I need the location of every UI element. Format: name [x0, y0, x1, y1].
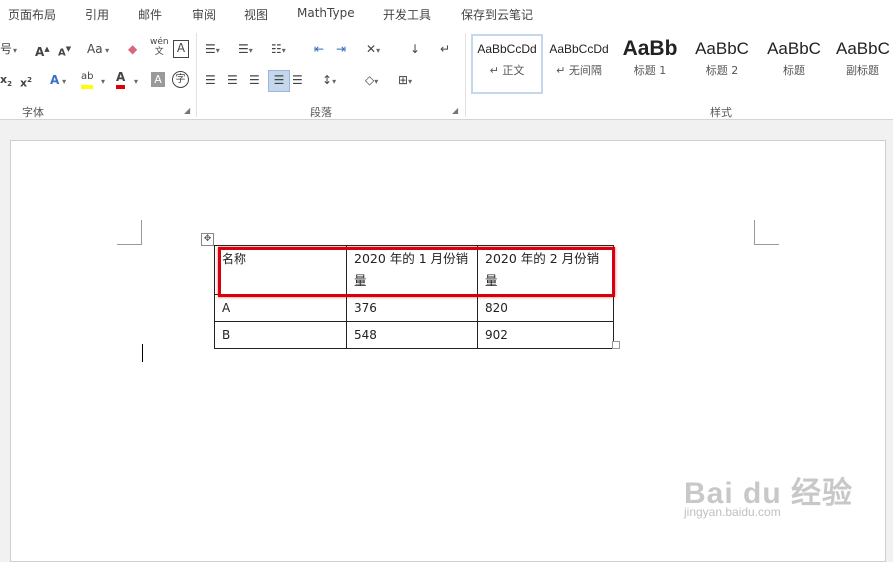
line-spacing-icon[interactable]: ↕▾	[322, 71, 336, 91]
character-shading-icon[interactable]: A	[151, 72, 165, 87]
align-center-icon[interactable]: ☰	[227, 71, 238, 89]
style-name: 副标题	[846, 64, 879, 77]
shrink-font-icon[interactable]: A▼	[58, 40, 71, 62]
ribbon-tab-bar: 页面布局 引用 邮件 审阅 视图 MathType 开发工具 保存到云笔记	[0, 0, 893, 27]
font-dialog-launcher-icon[interactable]: ◢	[184, 106, 190, 115]
style-no-spacing[interactable]: AaBbCcDd ↵ 无间隔	[545, 36, 613, 90]
font-size-dropdown-icon[interactable]: ▾	[13, 40, 17, 60]
table-cell[interactable]: 902	[477, 321, 614, 349]
text-cursor	[142, 344, 143, 362]
watermark-url: jingyan.baidu.com	[684, 505, 781, 519]
style-name: ↵ 无间隔	[556, 64, 602, 77]
grow-font-icon[interactable]: A▲	[35, 40, 50, 61]
ribbon: 号 ▾ A▲ A▼ Aa ▾ ◆ wén 文 A x2 x2 A ▾ ab ▾ A…	[0, 27, 893, 120]
style-preview: AaBb	[622, 37, 678, 60]
clear-formatting-icon[interactable]: ◆	[128, 40, 137, 58]
group-separator	[465, 33, 466, 117]
style-preview: AaBbC	[695, 39, 749, 58]
align-left-icon[interactable]: ☰	[205, 71, 216, 89]
styles-group-label: 样式	[710, 106, 732, 119]
decrease-indent-icon[interactable]: ⇤	[314, 40, 324, 58]
group-separator	[196, 33, 197, 117]
highlight-dropdown-icon[interactable]: ▾	[101, 71, 105, 91]
style-normal[interactable]: AaBbCcDd ↵ 正文	[471, 34, 543, 94]
style-name: 标题 1	[633, 64, 667, 77]
increase-indent-icon[interactable]: ⇥	[336, 40, 346, 58]
font-color-icon[interactable]: A	[116, 69, 126, 89]
tab-save-to-cloud-note[interactable]: 保存到云笔记	[461, 6, 533, 23]
sort-icon[interactable]: ↓	[410, 40, 420, 58]
distributed-icon[interactable]: ☰	[292, 71, 303, 89]
crop-mark-top-left	[117, 220, 142, 245]
numbering-icon[interactable]: ☰▾	[238, 40, 253, 60]
table-move-handle-icon[interactable]: ✥	[201, 233, 214, 246]
tab-mailings[interactable]: 邮件	[138, 6, 162, 23]
tab-mathtype[interactable]: MathType	[297, 6, 355, 20]
style-name: 标题	[783, 64, 805, 77]
multilevel-list-icon[interactable]: ☷▾	[271, 40, 286, 60]
enclose-characters-icon[interactable]: 字	[172, 71, 189, 88]
style-heading-2[interactable]: AaBbC 标题 2	[688, 36, 756, 90]
align-right-icon[interactable]: ☰	[249, 71, 260, 89]
tab-references[interactable]: 引用	[85, 6, 109, 23]
highlight-color-icon[interactable]: ab	[81, 69, 94, 89]
table-cell[interactable]: 820	[477, 294, 614, 322]
font-color-dropdown-icon[interactable]: ▾	[134, 71, 138, 91]
change-case-label: Aa	[87, 42, 103, 56]
paragraph-group-label: 段落	[310, 106, 332, 119]
style-preview: AaBbCcDd	[477, 42, 537, 56]
style-heading-1[interactable]: AaBb 标题 1	[616, 36, 684, 90]
tab-view[interactable]: 视图	[244, 6, 268, 23]
crop-mark-top-right	[754, 220, 779, 245]
style-preview: AaBbC	[767, 39, 821, 58]
baidu-jingyan-watermark: Bai du 经验 jingyan.baidu.com	[684, 468, 853, 519]
style-subtitle[interactable]: AaBbC 副标题	[832, 36, 893, 90]
font-size-field[interactable]: 号	[0, 40, 12, 58]
bullets-icon[interactable]: ☰▾	[205, 40, 220, 60]
style-title[interactable]: AaBbC 标题	[760, 36, 828, 90]
font-group-label: 字体	[22, 106, 44, 119]
tab-developer[interactable]: 开发工具	[383, 6, 431, 23]
justify-icon[interactable]: ☰	[268, 70, 290, 92]
character-border-icon[interactable]: A	[173, 40, 189, 58]
table-cell[interactable]: B	[214, 321, 347, 349]
chinese-layout-icon[interactable]: ✕▾	[366, 40, 380, 60]
shading-icon[interactable]: ◇▾	[365, 71, 378, 91]
table-cell[interactable]: 548	[346, 321, 478, 349]
style-preview: AaBbCcDd	[549, 42, 609, 56]
table-resize-handle[interactable]	[612, 341, 620, 349]
borders-icon[interactable]: ⊞▾	[398, 71, 412, 91]
table-row: B 548 902	[214, 321, 614, 349]
phonetic-guide-icon[interactable]: wén 文	[150, 37, 169, 57]
table-cell[interactable]: 376	[346, 294, 478, 322]
paragraph-dialog-launcher-icon[interactable]: ◢	[452, 106, 458, 115]
tab-page-layout[interactable]: 页面布局	[8, 6, 56, 23]
table-row: A 376 820	[214, 294, 614, 322]
style-name: 标题 2	[705, 64, 739, 77]
tab-review[interactable]: 审阅	[192, 6, 216, 23]
change-case-button[interactable]: Aa ▾	[87, 40, 109, 60]
table-cell[interactable]: A	[214, 294, 347, 322]
superscript-icon[interactable]: x2	[20, 71, 32, 93]
style-preview: AaBbC	[836, 39, 890, 58]
style-name: ↵ 正文	[489, 64, 525, 77]
show-hide-marks-icon[interactable]: ↵	[440, 40, 450, 58]
subscript-icon[interactable]: x2	[0, 71, 12, 93]
header-row-highlight-box	[218, 247, 615, 297]
text-effects-icon[interactable]: A ▾	[50, 71, 66, 91]
